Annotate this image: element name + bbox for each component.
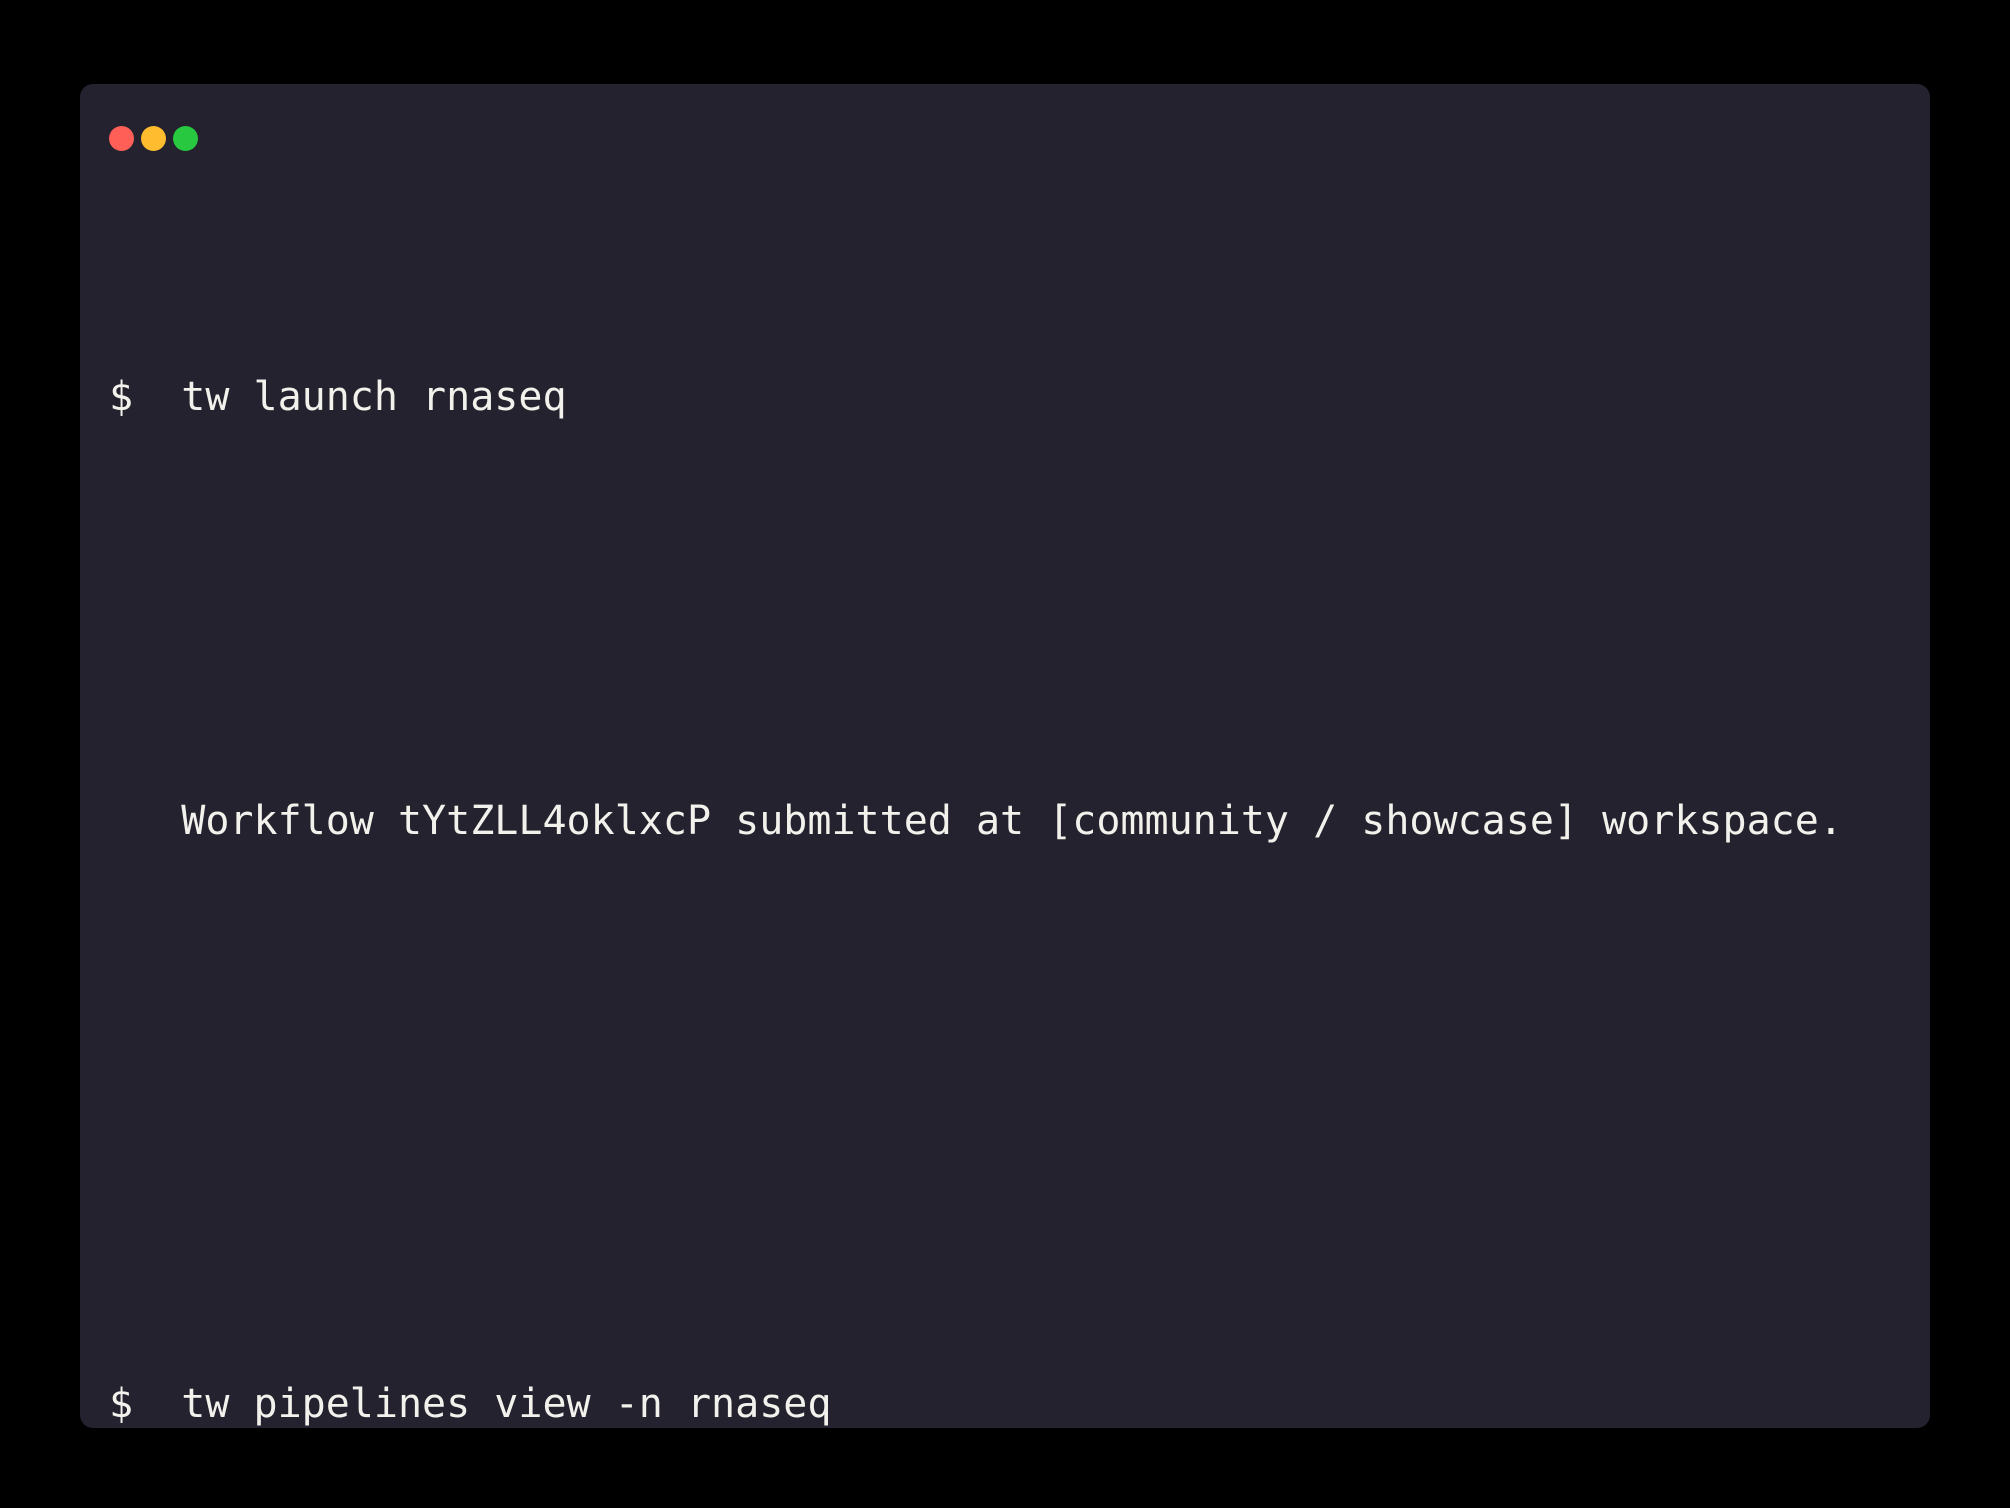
blank-line bbox=[109, 530, 1910, 583]
desktop-background: $ tw launch rnaseq Workflow tYtZLL4oklxc… bbox=[0, 0, 2010, 1508]
blank-line bbox=[109, 1113, 1910, 1166]
minimize-button[interactable] bbox=[141, 126, 166, 151]
workflow-submitted-text: Workflow tYtZLL4oklxcP submitted at [com… bbox=[181, 795, 1843, 848]
terminal-screen[interactable]: $ tw launch rnaseq Workflow tYtZLL4oklxc… bbox=[109, 159, 1910, 1398]
command-line-pipelines-view: $ tw pipelines view -n rnaseq bbox=[109, 1378, 1910, 1431]
command-text-pipelines-view: tw pipelines view -n rnaseq bbox=[181, 1378, 831, 1431]
blank-line bbox=[109, 954, 1910, 1007]
command-line-launch: $ tw launch rnaseq bbox=[109, 371, 1910, 424]
window-titlebar[interactable] bbox=[109, 125, 198, 151]
command-text-launch: tw launch rnaseq bbox=[181, 371, 566, 424]
terminal-window: $ tw launch rnaseq Workflow tYtZLL4oklxc… bbox=[80, 84, 1930, 1428]
shell-prompt: $ bbox=[109, 1378, 133, 1431]
output-line-workflow-submitted: Workflow tYtZLL4oklxcP submitted at [com… bbox=[109, 795, 1910, 848]
zoom-button[interactable] bbox=[173, 126, 198, 151]
shell-prompt: $ bbox=[109, 371, 133, 424]
close-button[interactable] bbox=[109, 126, 134, 151]
